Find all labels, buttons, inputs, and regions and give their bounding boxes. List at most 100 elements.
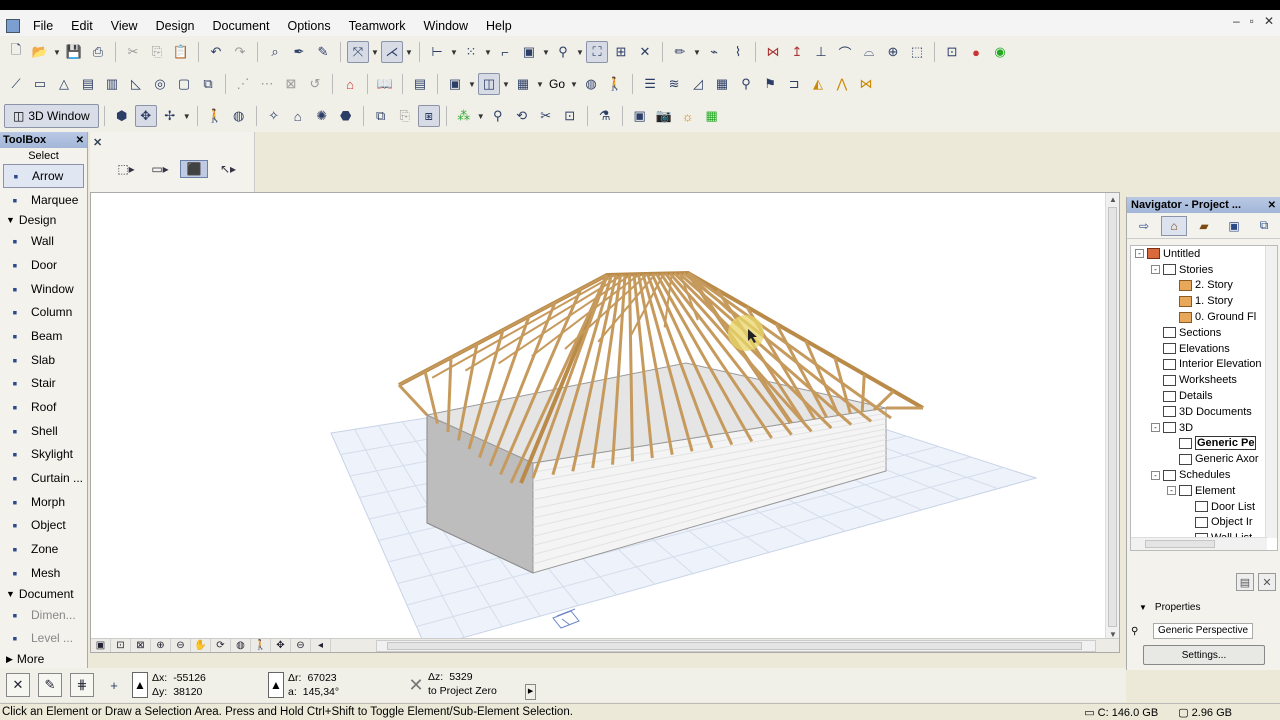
marker-pen-icon[interactable]: ⚗: [594, 105, 616, 127]
roof-up-icon[interactable]: ⌂: [339, 73, 361, 95]
tree-item[interactable]: - 3D: [1131, 420, 1277, 436]
show-selection-icon[interactable]: ⧆: [417, 105, 440, 127]
tree-item[interactable]: 3D Documents: [1131, 404, 1277, 420]
grid-element-icon[interactable]: ▦: [711, 73, 733, 95]
fillet-icon[interactable]: ⌒: [834, 41, 856, 63]
cube-icon[interactable]: ⬢: [111, 105, 133, 127]
tool-zone[interactable]: ▪ Zone: [0, 537, 87, 561]
toolbox-close-icon[interactable]: ✕: [76, 135, 87, 146]
eyedropper-icon[interactable]: ✒: [288, 41, 310, 63]
navigator-close-icon[interactable]: ✕: [1268, 200, 1276, 211]
3d-model-render[interactable]: [91, 193, 1107, 649]
toolbox-header[interactable]: ToolBox ✕: [0, 132, 87, 148]
restore-icon[interactable]: ▫: [1250, 14, 1254, 28]
teamwork-icon[interactable]: ⊡: [941, 41, 963, 63]
pen-dropdown-icon[interactable]: ▼: [575, 48, 585, 57]
stack-icon[interactable]: ☰: [639, 73, 661, 95]
go-dropdown-icon[interactable]: ▼: [569, 80, 579, 89]
grid-dropdown-icon[interactable]: ▼: [483, 48, 493, 57]
zoom-out-icon[interactable]: ⊖: [171, 639, 191, 652]
section-view-icon[interactable]: ▦: [512, 73, 534, 95]
truss-icon[interactable]: ⋀: [831, 73, 853, 95]
sun-study-icon[interactable]: ☼: [677, 105, 699, 127]
reference-label[interactable]: to Project Zero: [428, 684, 497, 700]
origin-plus-icon[interactable]: +: [103, 674, 125, 696]
navigator-header[interactable]: Navigator - Project ... ✕: [1127, 197, 1280, 213]
z-axis-icon[interactable]: ✕: [405, 674, 427, 696]
save-icon[interactable]: 💾: [63, 41, 85, 63]
tool-wall[interactable]: ▪ Wall: [0, 229, 87, 253]
tool-slab[interactable]: ▪ Slab: [0, 348, 87, 372]
explode-icon[interactable]: ✂: [535, 105, 557, 127]
tree-item[interactable]: Details: [1131, 388, 1277, 404]
3d-view-icon[interactable]: ◫: [478, 73, 500, 95]
material-icon[interactable]: ⁂: [453, 105, 475, 127]
chamfer-icon[interactable]: ⌓: [858, 41, 880, 63]
project-map-tab-icon[interactable]: ⇨: [1131, 216, 1157, 236]
tree-collapse-icon[interactable]: -: [1167, 486, 1176, 496]
project-tree-tab-icon[interactable]: ⌂: [1161, 215, 1187, 236]
view-map-tab-icon[interactable]: ▰: [1191, 216, 1217, 236]
lock-xy-icon[interactable]: ▲: [132, 672, 148, 698]
tool-door[interactable]: ▪ Door: [0, 253, 87, 277]
tree-item[interactable]: Door List: [1131, 499, 1277, 515]
walk-view-icon[interactable]: 🚶: [251, 639, 271, 652]
pick-dropdown-icon[interactable]: ▼: [692, 48, 702, 57]
3d-viewport[interactable]: ▲ ▼ ▣ ⊡ ⊠ ⊕ ⊖ ✋ ⟳ ◍ 🚶 ✥ ⊖ ◂: [90, 192, 1120, 653]
dz-value[interactable]: 5329: [449, 670, 472, 684]
tool-marquee[interactable]: ▪ Marquee: [0, 188, 87, 212]
triangle-tool-icon[interactable]: △: [53, 73, 75, 95]
offset-icon[interactable]: ⌇: [727, 41, 749, 63]
properties-header[interactable]: ▼ Properties: [1139, 602, 1201, 613]
explore-view-icon[interactable]: ◍: [231, 639, 251, 652]
gravity-icon[interactable]: ⤧: [347, 41, 369, 63]
tool-arrow[interactable]: ▪ Arrow: [3, 164, 84, 188]
tree-item[interactable]: 1. Story: [1131, 293, 1277, 309]
tree-item[interactable]: 2. Story: [1131, 278, 1277, 294]
cutting-planes-icon[interactable]: ✧: [263, 105, 285, 127]
floor-plan-dropdown-icon[interactable]: ▼: [467, 80, 477, 89]
tool-mesh[interactable]: ▪ Mesh: [0, 561, 87, 585]
3d-view-dropdown-icon[interactable]: ▼: [501, 80, 511, 89]
scroll-up-icon[interactable]: ▲: [1109, 195, 1117, 204]
tree-item[interactable]: Generic Pe: [1131, 436, 1277, 452]
union-icon[interactable]: ⊕: [882, 41, 904, 63]
suspend-groups-icon[interactable]: ⛶: [586, 41, 608, 63]
material-dropdown-icon[interactable]: ▼: [476, 112, 486, 121]
tree-item[interactable]: Generic Axor: [1131, 451, 1277, 467]
fly-dropdown-icon[interactable]: ▼: [182, 112, 192, 121]
tree-horizontal-scrollbar[interactable]: [1131, 537, 1267, 550]
tree-collapse-icon[interactable]: -: [1151, 265, 1160, 275]
tree-item[interactable]: - Schedules: [1131, 467, 1277, 483]
go-label[interactable]: Go: [545, 77, 569, 91]
tree-hscroll-thumb[interactable]: [1145, 540, 1215, 548]
3d-style-icon[interactable]: ⊡: [559, 105, 581, 127]
floor-plan-icon[interactable]: ▣: [444, 73, 466, 95]
tool-morph[interactable]: ▪ Morph: [0, 490, 87, 514]
angle-value[interactable]: 145,34°: [303, 685, 339, 699]
tool-dimension[interactable]: ▪ Dimen...: [0, 603, 87, 627]
tool-beam[interactable]: ▪ Beam: [0, 324, 87, 348]
edit-plane-icon[interactable]: ✎: [38, 673, 62, 697]
tree-item[interactable]: Object Ir: [1131, 515, 1277, 531]
hatch-tool-icon[interactable]: ▤: [77, 73, 99, 95]
green-grid-icon[interactable]: ▦: [701, 105, 723, 127]
explore-icon[interactable]: ◍: [228, 105, 250, 127]
print-icon[interactable]: ⎙: [87, 41, 109, 63]
document-section[interactable]: ▼ Document: [0, 585, 87, 603]
delete-viewpoint-icon[interactable]: ✕: [1258, 573, 1276, 591]
grid-icon[interactable]: ⋕: [70, 673, 94, 697]
lock-polar-icon[interactable]: ▲: [268, 672, 284, 698]
tree-collapse-icon[interactable]: -: [1151, 423, 1160, 433]
snap-dropdown-icon[interactable]: ▼: [449, 48, 459, 57]
more-section[interactable]: ▶ More: [0, 650, 87, 668]
properties-name-field[interactable]: Generic Perspective: [1153, 623, 1254, 639]
copy-view-icon[interactable]: ⧉: [370, 105, 392, 127]
rectangle-tool-icon[interactable]: ▭: [29, 73, 51, 95]
orbit-icon[interactable]: ✥: [134, 105, 157, 127]
marker-icon[interactable]: ⚑: [759, 73, 781, 95]
green-status-icon[interactable]: ◉: [989, 41, 1011, 63]
redraw-icon[interactable]: ⟲: [511, 105, 533, 127]
sun-icon[interactable]: ✺: [311, 105, 333, 127]
magic-wand-icon[interactable]: ⌁: [703, 41, 725, 63]
